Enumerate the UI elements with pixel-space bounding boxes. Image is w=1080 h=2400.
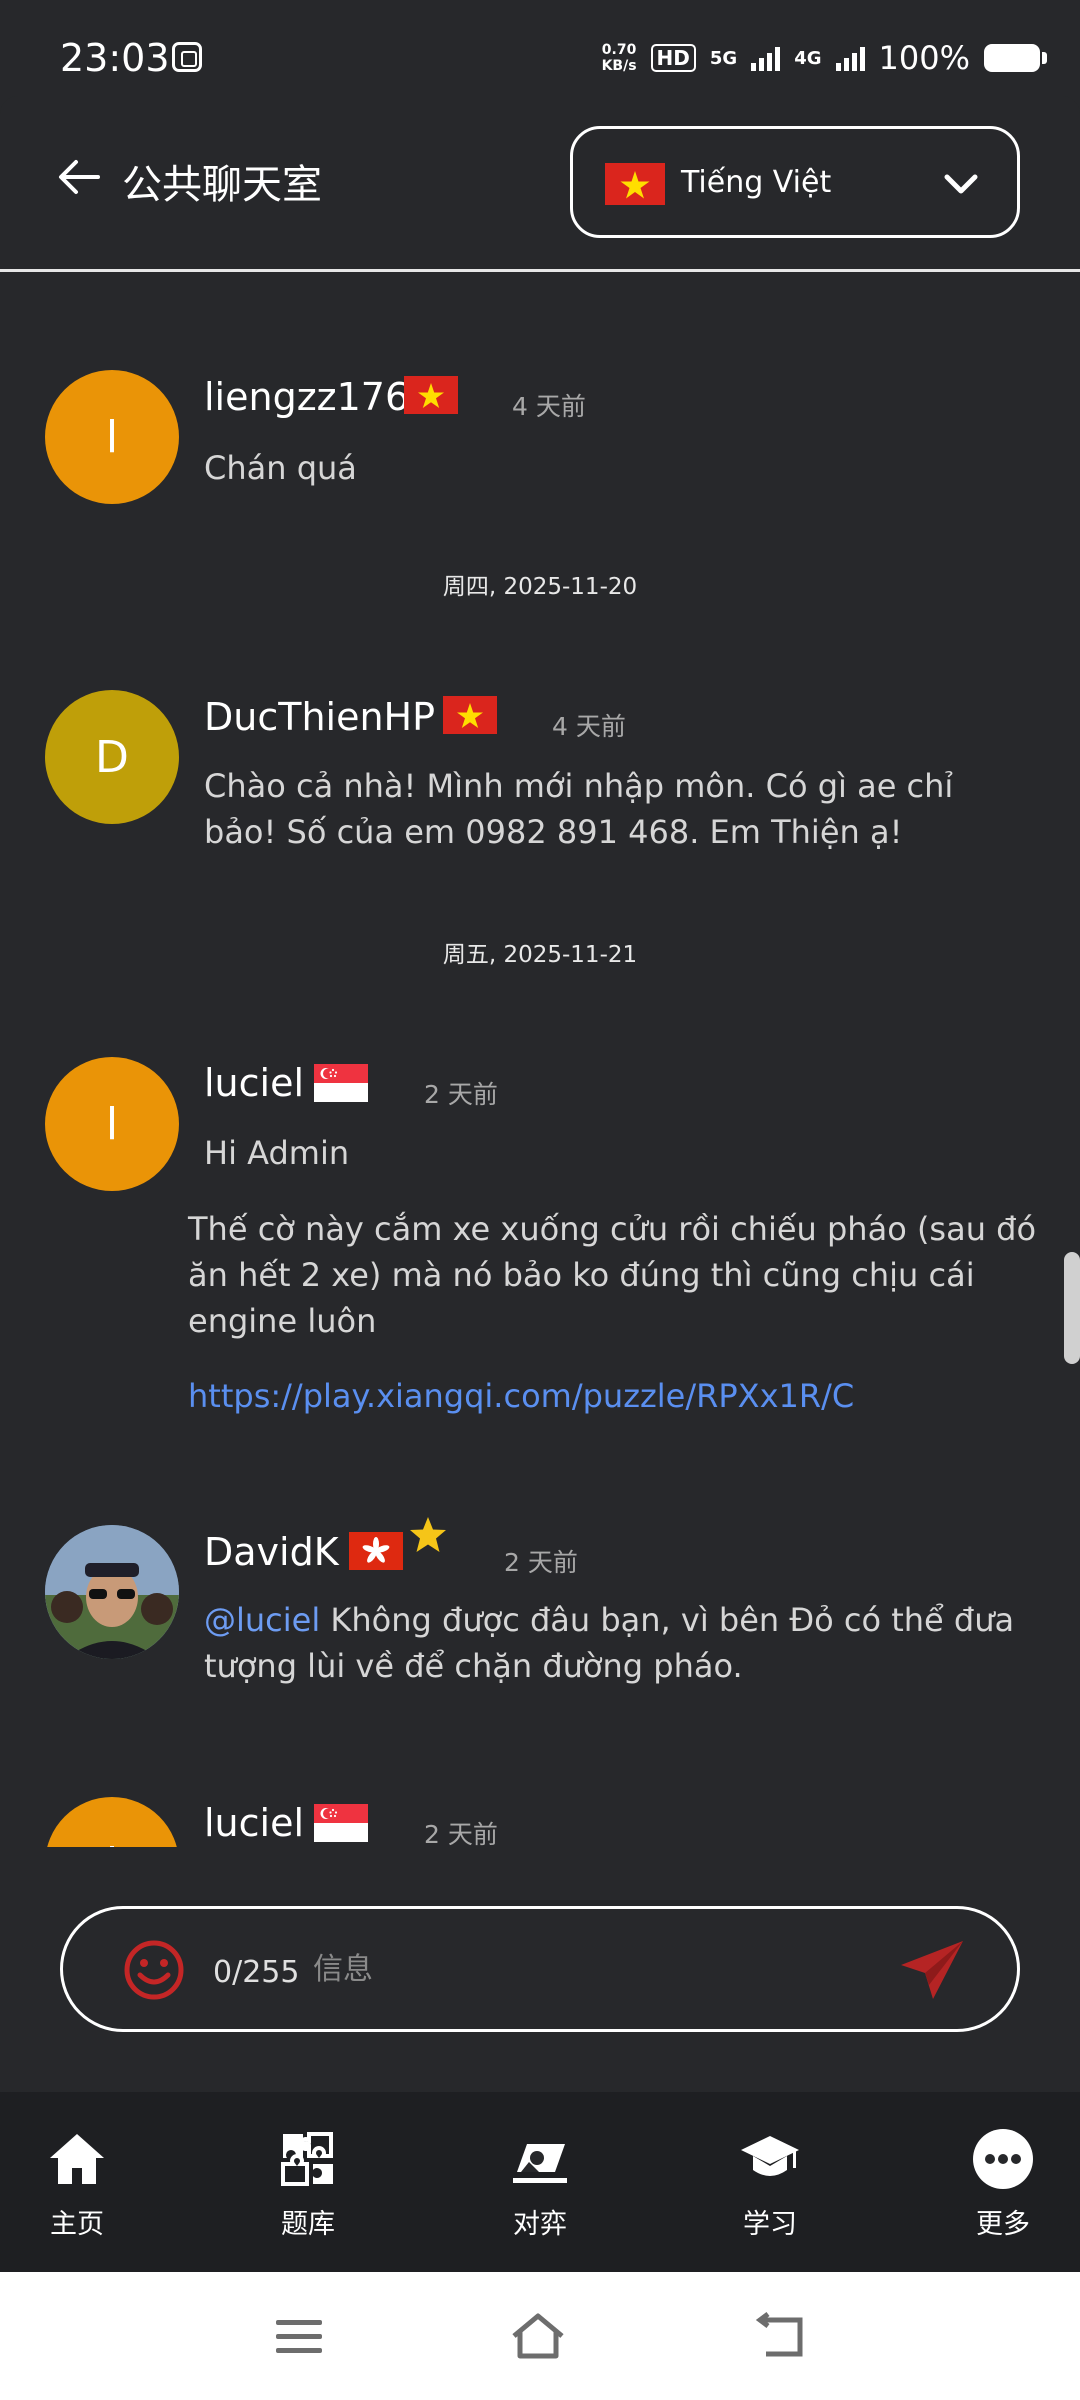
nav-label: 学习 [743, 2209, 797, 2240]
language-label: Tiếng Việt [681, 165, 832, 200]
message-time: 2 天前 [424, 1080, 498, 1109]
chat-scrollbar[interactable] [1064, 1252, 1080, 1364]
network-speed: 0.70 KB/s [602, 42, 637, 74]
avatar-initial: l [105, 1098, 119, 1150]
graduation-cap-icon [741, 2136, 799, 2176]
avatar-initial: l [106, 1839, 118, 1848]
message-time: 4 天前 [552, 712, 626, 741]
nav-puzzles[interactable]: 题库 [233, 2128, 383, 2258]
username[interactable]: luciel [204, 1801, 304, 1845]
username[interactable]: DucThienHP [204, 695, 435, 739]
avatar[interactable]: l [45, 370, 179, 504]
character-counter: 0/255 [213, 1955, 300, 1990]
avatar[interactable]: l [45, 1797, 179, 1847]
message-time: 2 天前 [504, 1548, 578, 1577]
send-icon[interactable] [899, 1939, 965, 2001]
signal-5g-icon [751, 45, 781, 71]
status-time: 23:03 [60, 36, 170, 80]
message-text: Chán quá [204, 449, 357, 487]
play-board-icon [513, 2144, 567, 2183]
hongkong-flag-icon [349, 1532, 403, 1570]
emoji-icon[interactable] [123, 1939, 185, 2001]
message-text: @luciel Không được đâu bạn, vì bên Đỏ có… [204, 1597, 1024, 1689]
username[interactable]: liengzz176 [204, 375, 409, 419]
vietnam-flag-icon [443, 696, 497, 734]
date-separator: 周四, 2025-11-20 [442, 574, 638, 600]
nav-more[interactable]: 更多 [928, 2128, 1078, 2258]
username[interactable]: DavidK [204, 1530, 339, 1574]
avatar[interactable]: D [45, 690, 179, 824]
more-icon [973, 2129, 1033, 2189]
singapore-flag-icon [314, 1064, 368, 1102]
avatar-photo[interactable] [45, 1525, 179, 1659]
avatar-initial: l [105, 411, 119, 463]
back-arrow-icon[interactable] [56, 154, 102, 200]
message-time: 4 天前 [512, 392, 586, 421]
message-text: Hi Admin [204, 1134, 350, 1172]
chat-header: 公共聊天室 Tiếng Việt [0, 96, 1080, 272]
nav-label: 主页 [50, 2209, 104, 2240]
network-speed-unit: KB/s [601, 58, 637, 74]
language-selector[interactable]: Tiếng Việt [570, 126, 1020, 238]
message-text: Chào cả nhà! Mình mới nhập môn. Có gì ae… [204, 767, 954, 851]
nav-learn[interactable]: 学习 [695, 2128, 845, 2258]
message-composer: 0/255 [60, 1906, 1020, 2032]
nav-home[interactable]: 主页 [2, 2128, 152, 2258]
vietnam-flag-icon [605, 163, 665, 205]
home-button-icon[interactable] [510, 2312, 566, 2362]
battery-icon [984, 44, 1047, 72]
nav-label: 对弈 [513, 2209, 567, 2240]
message-body: Không được đâu bạn, vì bên Đỏ có thể đưa… [204, 1601, 1015, 1685]
avatar-initial: D [95, 731, 129, 783]
star-icon [410, 1517, 446, 1552]
status-bar: 23:03 0.70 KB/s HD 5G 4G 100% [0, 0, 1080, 96]
date-separator: 周五, 2025-11-21 [442, 942, 638, 968]
page-title: 公共聊天室 [122, 162, 322, 208]
battery-percent: 100% [878, 39, 970, 77]
nav-label: 题库 [281, 2209, 335, 2240]
status-indicators: 0.70 KB/s HD 5G 4G 100% [602, 38, 1047, 78]
hd-voice-icon: HD [650, 44, 696, 72]
message-time: 2 天前 [424, 1820, 498, 1847]
message-text: Thế cờ này cắm xe xuống cửu rồi chiếu ph… [188, 1210, 1037, 1340]
system-navigation-bar [0, 2272, 1080, 2400]
screenshot-app-icon [172, 42, 202, 72]
network-speed-value: 0.70 [601, 42, 637, 58]
home-icon [50, 2134, 104, 2184]
4g-label: 4G [794, 47, 822, 69]
signal-4g-icon [835, 45, 865, 71]
5g-label: 5G [709, 47, 738, 69]
avatar[interactable]: l [45, 1057, 179, 1191]
bottom-navigation: 主页 题库 对弈 学习 更多 [0, 2092, 1080, 2272]
chat-message-list[interactable]: l liengzz176 4 天前 Chán quá 周四, 2025-11-2… [0, 275, 1080, 1847]
chevron-down-icon [944, 174, 978, 194]
mention-link[interactable]: @luciel [204, 1601, 320, 1639]
profile-photo-icon [45, 1525, 179, 1659]
username[interactable]: luciel [204, 1061, 304, 1105]
vietnam-flag-icon [404, 376, 458, 414]
puzzle-icon [281, 2132, 333, 2186]
singapore-flag-icon [314, 1804, 368, 1842]
puzzle-link[interactable]: https://play.xiangqi.com/puzzle/RPXx1R/C [188, 1373, 1038, 1419]
message-input[interactable] [313, 1939, 913, 1999]
menu-icon[interactable] [272, 2312, 328, 2362]
nav-play[interactable]: 对弈 [465, 2128, 615, 2258]
back-button-icon[interactable] [752, 2312, 808, 2362]
nav-label: 更多 [976, 2209, 1030, 2240]
